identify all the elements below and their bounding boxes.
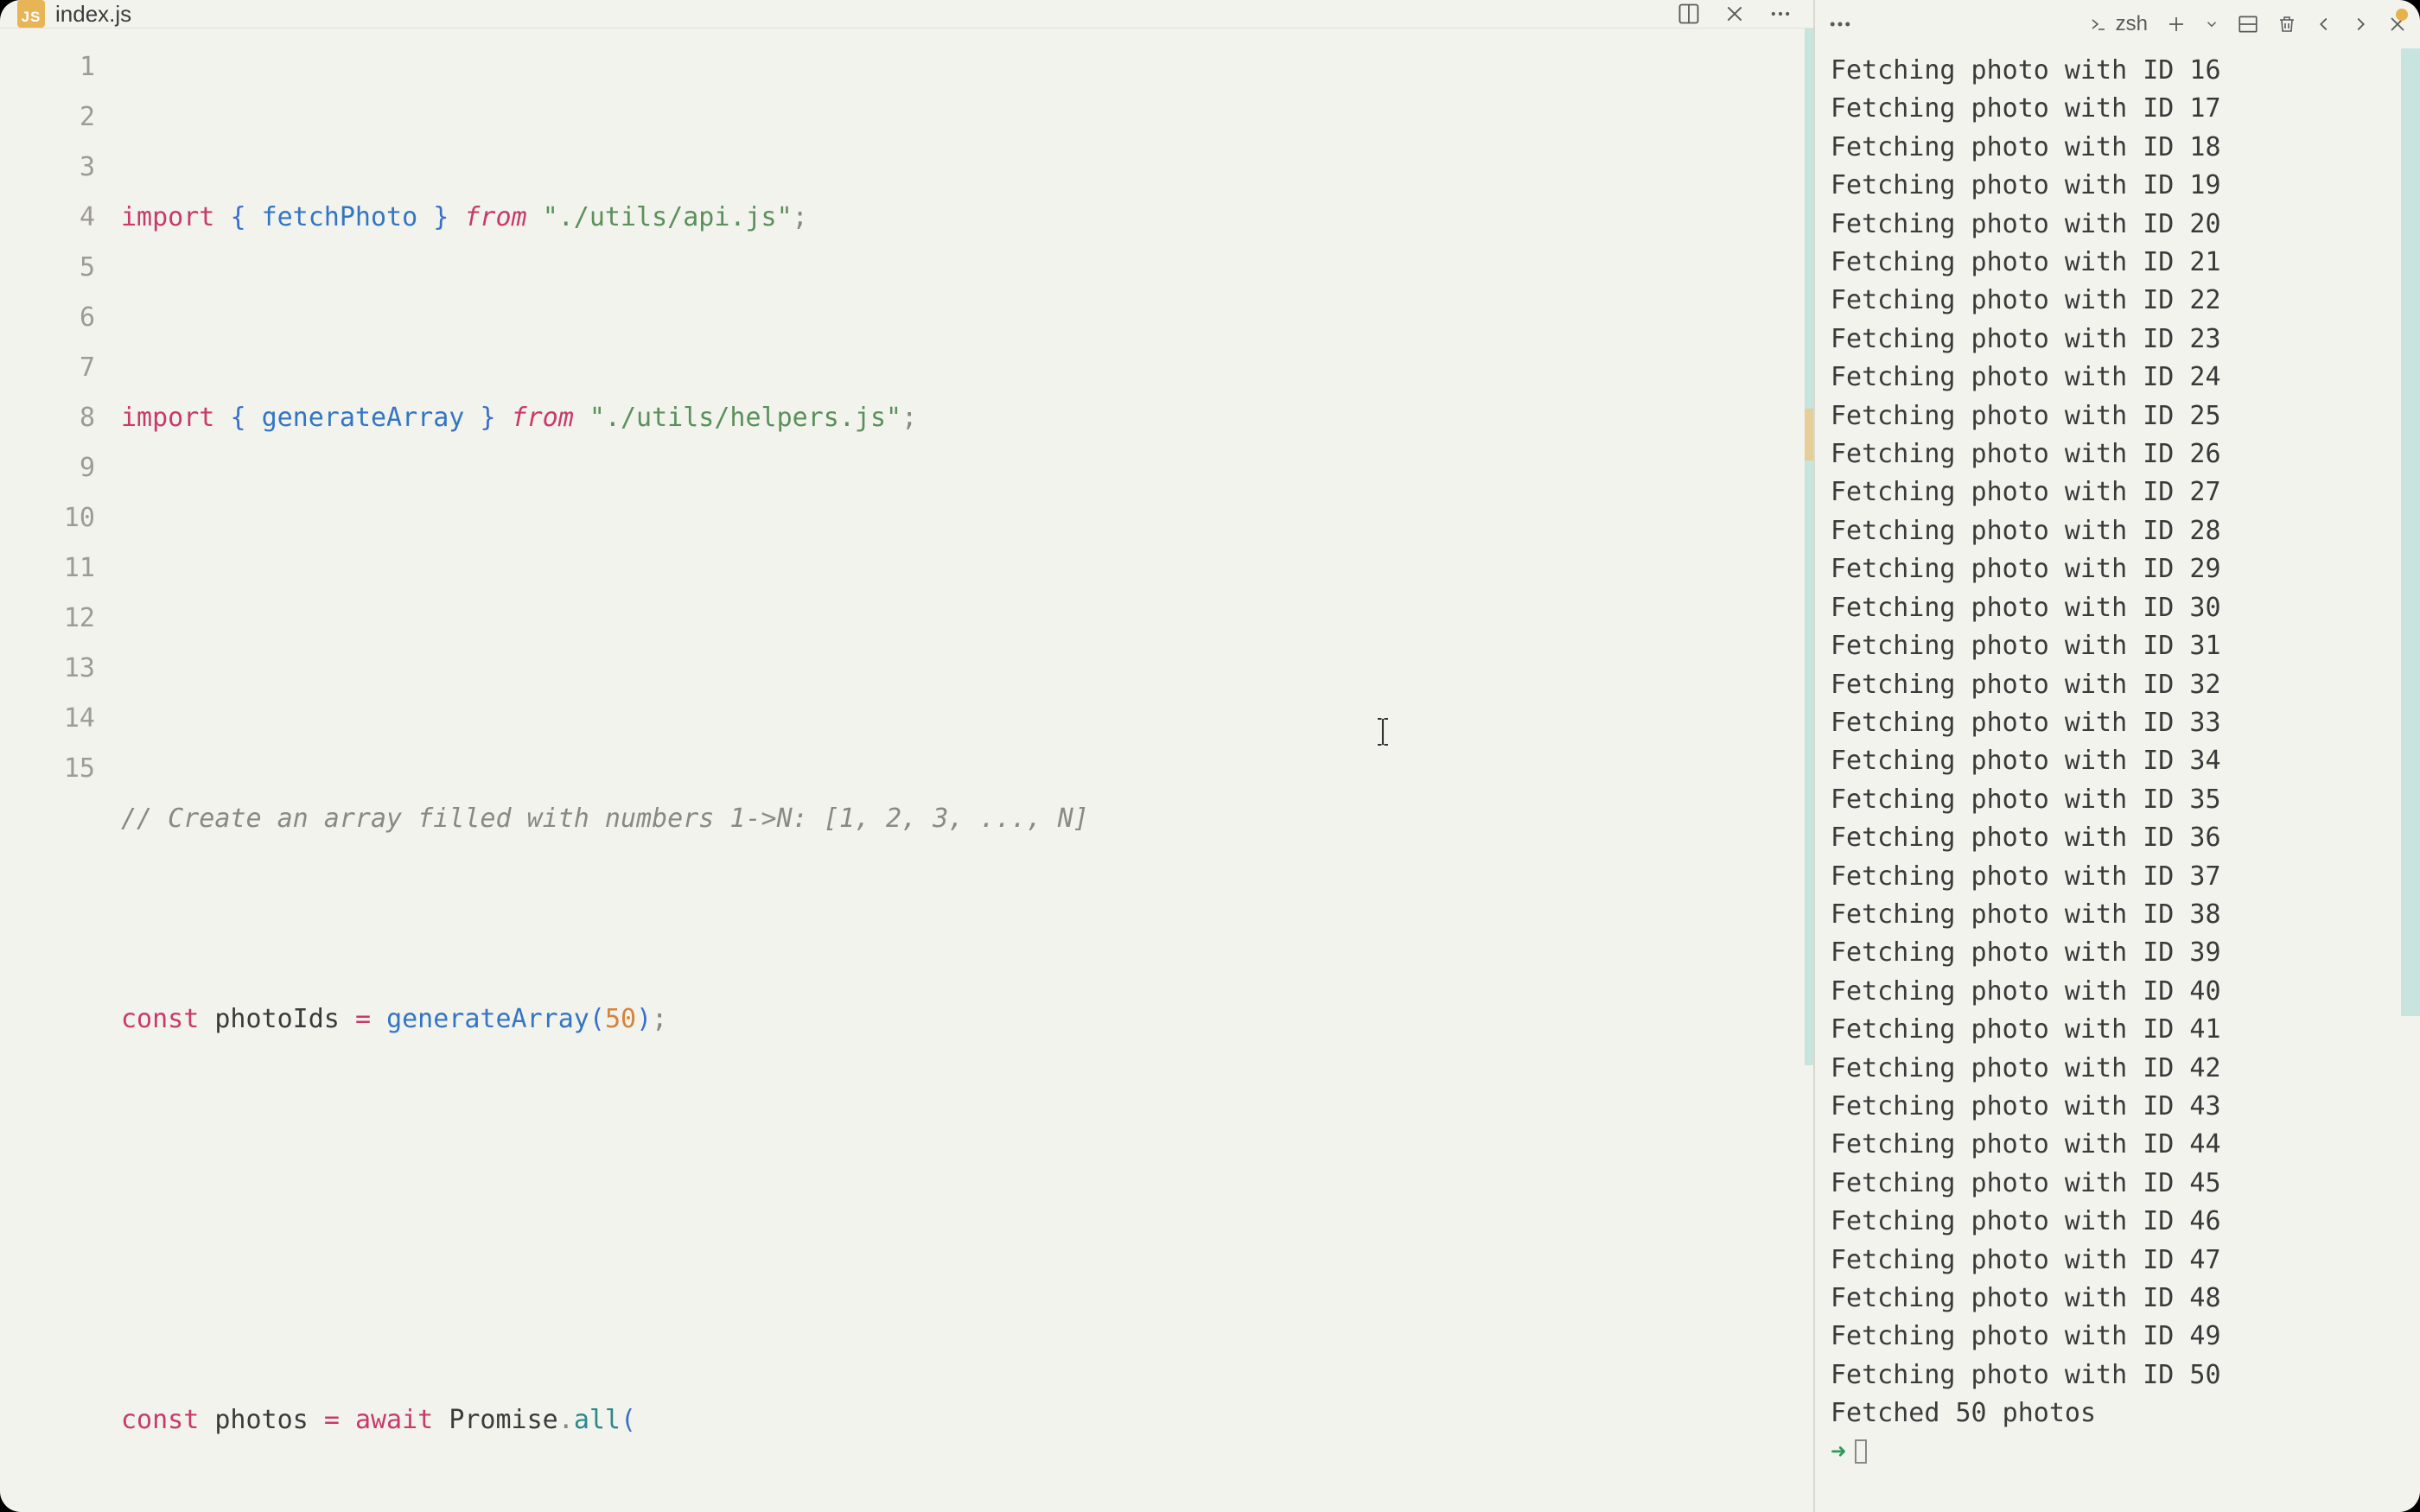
line-number: 14 bbox=[0, 694, 95, 744]
terminal-profile-button[interactable]: zsh bbox=[2087, 11, 2149, 37]
terminal-line: Fetching photo with ID 17 bbox=[1831, 90, 2404, 128]
terminal-line: Fetching photo with ID 49 bbox=[1831, 1318, 2404, 1356]
line-number: 12 bbox=[0, 594, 95, 644]
terminal-shell-label: zsh bbox=[2116, 12, 2148, 36]
terminal-line: Fetching photo with ID 33 bbox=[1831, 704, 2404, 742]
terminal-line: Fetching photo with ID 20 bbox=[1831, 206, 2404, 244]
line-gutter: 1 2 3 4 5 6 7 8 9 10 11 12 13 14 15 bbox=[0, 29, 121, 1512]
editor-pane: JS index.js 1 2 3 4 5 bbox=[0, 0, 1815, 1512]
chevron-left-icon[interactable] bbox=[2315, 15, 2334, 34]
code-line bbox=[121, 1195, 1813, 1245]
terminal-line: Fetching photo with ID 44 bbox=[1831, 1126, 2404, 1164]
terminal-prompt[interactable]: ➜ bbox=[1831, 1433, 2404, 1471]
terminal-line: Fetching photo with ID 41 bbox=[1831, 1011, 2404, 1049]
line-number: 1 bbox=[0, 42, 95, 92]
terminal-line: Fetching photo with ID 25 bbox=[1831, 397, 2404, 435]
chevron-down-icon[interactable] bbox=[2204, 16, 2219, 32]
editor-tab-actions bbox=[1677, 2, 1808, 26]
terminal-line: Fetching photo with ID 26 bbox=[1831, 435, 2404, 473]
line-number: 4 bbox=[0, 193, 95, 243]
line-number: 15 bbox=[0, 744, 95, 794]
terminal-line: Fetching photo with ID 19 bbox=[1831, 167, 2404, 205]
terminal-line: Fetching photo with ID 24 bbox=[1831, 359, 2404, 397]
code-area[interactable]: import { fetchPhoto } from "./utils/api.… bbox=[121, 29, 1813, 1512]
terminal-line: Fetching photo with ID 35 bbox=[1831, 781, 2404, 819]
line-number: 10 bbox=[0, 493, 95, 543]
tab-filename: index.js bbox=[55, 1, 131, 28]
line-number: 5 bbox=[0, 243, 95, 293]
terminal-line: Fetching photo with ID 18 bbox=[1831, 129, 2404, 167]
terminal-scrollbar[interactable] bbox=[2401, 48, 2420, 1016]
terminal-line: Fetching photo with ID 23 bbox=[1831, 321, 2404, 359]
code-line bbox=[121, 594, 1813, 644]
line-number: 11 bbox=[0, 543, 95, 594]
code-line: import { generateArray } from "./utils/h… bbox=[121, 393, 1813, 443]
terminal-line: Fetching photo with ID 50 bbox=[1831, 1356, 2404, 1394]
close-icon[interactable] bbox=[1723, 3, 1746, 25]
trash-icon[interactable] bbox=[2277, 14, 2297, 35]
tab-index-js[interactable]: JS index.js bbox=[0, 0, 149, 28]
new-terminal-icon[interactable] bbox=[2166, 14, 2187, 35]
terminal-toolbar: zsh bbox=[1815, 0, 2420, 48]
terminal-pane: zsh bbox=[1815, 0, 2420, 1512]
more-icon[interactable] bbox=[1827, 11, 1853, 37]
terminal-line: Fetching photo with ID 37 bbox=[1831, 858, 2404, 896]
line-number: 9 bbox=[0, 443, 95, 493]
terminal-line: Fetching photo with ID 43 bbox=[1831, 1088, 2404, 1126]
tab-bar: JS index.js bbox=[0, 0, 1813, 29]
terminal-line: Fetching photo with ID 45 bbox=[1831, 1165, 2404, 1203]
chevron-right-icon[interactable] bbox=[2351, 15, 2370, 34]
js-file-icon: JS bbox=[17, 0, 45, 28]
terminal-line: Fetching photo with ID 31 bbox=[1831, 627, 2404, 665]
line-number: 6 bbox=[0, 293, 95, 343]
terminal-output: Fetching photo with ID 16Fetching photo … bbox=[1831, 52, 2404, 1433]
code-line: const photos = await Promise.all( bbox=[121, 1395, 1813, 1445]
terminal-line: Fetching photo with ID 48 bbox=[1831, 1280, 2404, 1318]
line-number: 2 bbox=[0, 92, 95, 143]
terminal-body[interactable]: Fetching photo with ID 16Fetching photo … bbox=[1815, 48, 2420, 1512]
terminal-line: Fetching photo with ID 32 bbox=[1831, 666, 2404, 704]
terminal-line: Fetching photo with ID 42 bbox=[1831, 1050, 2404, 1088]
code-line: const photoIds = generateArray(50); bbox=[121, 994, 1813, 1045]
split-editor-icon[interactable] bbox=[1677, 2, 1701, 26]
terminal-line: Fetching photo with ID 28 bbox=[1831, 512, 2404, 550]
terminal-cursor-icon bbox=[1855, 1439, 1867, 1464]
terminal-line: Fetching photo with ID 46 bbox=[1831, 1203, 2404, 1241]
terminal-line: Fetching photo with ID 39 bbox=[1831, 934, 2404, 972]
code-line: // Create an array filled with numbers 1… bbox=[121, 794, 1813, 844]
split-terminal-icon[interactable] bbox=[2237, 13, 2259, 35]
terminal-line: Fetching photo with ID 34 bbox=[1831, 742, 2404, 780]
terminal-line: Fetching photo with ID 47 bbox=[1831, 1242, 2404, 1280]
code-line: import { fetchPhoto } from "./utils/api.… bbox=[121, 193, 1813, 243]
terminal-line: Fetching photo with ID 21 bbox=[1831, 244, 2404, 282]
terminal-line: Fetching photo with ID 16 bbox=[1831, 52, 2404, 90]
terminal-line: Fetching photo with ID 30 bbox=[1831, 589, 2404, 627]
overview-ruler[interactable] bbox=[1794, 29, 1813, 1512]
line-number: 13 bbox=[0, 644, 95, 694]
more-icon[interactable] bbox=[1768, 2, 1793, 26]
terminal-line: Fetched 50 photos bbox=[1831, 1394, 2404, 1433]
line-number: 7 bbox=[0, 343, 95, 393]
editor-body[interactable]: 1 2 3 4 5 6 7 8 9 10 11 12 13 14 15 impo… bbox=[0, 29, 1813, 1512]
terminal-line: Fetching photo with ID 22 bbox=[1831, 282, 2404, 320]
terminal-line: Fetching photo with ID 40 bbox=[1831, 973, 2404, 1011]
terminal-line: Fetching photo with ID 38 bbox=[1831, 896, 2404, 934]
line-number: 8 bbox=[0, 393, 95, 443]
app-window: JS index.js 1 2 3 4 5 bbox=[0, 0, 2420, 1512]
window-modified-dot-icon bbox=[2396, 9, 2408, 21]
line-number: 3 bbox=[0, 143, 95, 193]
terminal-line: Fetching photo with ID 36 bbox=[1831, 819, 2404, 857]
terminal-line: Fetching photo with ID 29 bbox=[1831, 550, 2404, 588]
terminal-line: Fetching photo with ID 27 bbox=[1831, 473, 2404, 511]
